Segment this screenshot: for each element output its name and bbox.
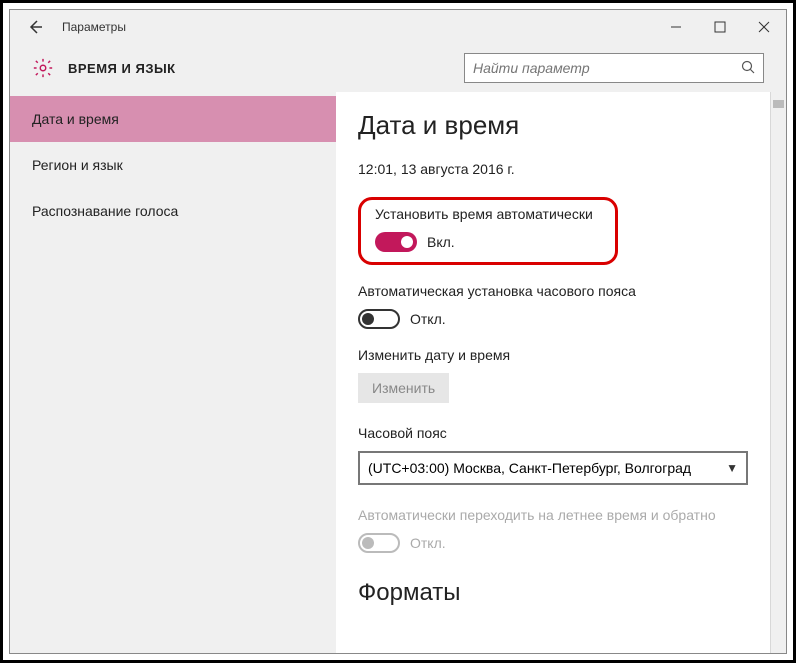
sidebar-item-date-time[interactable]: Дата и время xyxy=(10,96,336,142)
sidebar-item-label: Распознавание голоса xyxy=(32,203,178,219)
auto-timezone-toggle[interactable] xyxy=(358,309,400,329)
minimize-button[interactable] xyxy=(654,10,698,44)
change-datetime-button[interactable]: Изменить xyxy=(358,373,449,403)
maximize-button[interactable] xyxy=(698,10,742,44)
content: Дата и время 12:01, 13 августа 2016 г. У… xyxy=(336,92,770,653)
maximize-icon xyxy=(714,21,726,33)
search-input[interactable] xyxy=(473,60,741,76)
close-button[interactable] xyxy=(742,10,786,44)
auto-time-state: Вкл. xyxy=(427,234,455,250)
sidebar-item-region-language[interactable]: Регион и язык xyxy=(10,142,336,188)
dst-state: Откл. xyxy=(410,535,446,551)
window-controls xyxy=(654,10,786,44)
auto-timezone-block: Автоматическая установка часового пояса … xyxy=(358,283,748,329)
arrow-left-icon xyxy=(26,18,44,36)
window-title: Параметры xyxy=(62,20,126,34)
chevron-down-icon: ▼ xyxy=(726,461,738,475)
content-wrap: Дата и время 12:01, 13 августа 2016 г. У… xyxy=(336,92,786,653)
sidebar-item-label: Регион и язык xyxy=(32,157,123,173)
dst-toggle xyxy=(358,533,400,553)
header-title: ВРЕМЯ И ЯЗЫК xyxy=(68,61,176,76)
timezone-select[interactable]: (UTC+03:00) Москва, Санкт-Петербург, Вол… xyxy=(358,451,748,485)
change-datetime-label: Изменить дату и время xyxy=(358,347,748,363)
auto-time-toggle[interactable] xyxy=(375,232,417,252)
gear-icon xyxy=(32,57,54,79)
close-icon xyxy=(758,21,770,33)
auto-timezone-state: Откл. xyxy=(410,311,446,327)
current-datetime: 12:01, 13 августа 2016 г. xyxy=(358,161,748,177)
settings-window: Параметры ВРЕМЯ И ЯЗЫК Дата и в xyxy=(9,9,787,654)
annotation-highlight: Установить время автоматически Вкл. xyxy=(358,197,618,265)
page-title: Дата и время xyxy=(358,110,748,141)
dst-label: Автоматически переходить на летнее время… xyxy=(358,507,748,523)
auto-timezone-label: Автоматическая установка часового пояса xyxy=(358,283,748,299)
timezone-label: Часовой пояс xyxy=(358,425,748,441)
sidebar-item-speech[interactable]: Распознавание голоса xyxy=(10,188,336,234)
sidebar-item-label: Дата и время xyxy=(32,111,119,127)
scrollbar-vertical[interactable] xyxy=(770,92,786,653)
search-box[interactable] xyxy=(464,53,764,83)
search-icon xyxy=(741,60,755,77)
auto-time-label: Установить время автоматически xyxy=(375,206,601,222)
body: Дата и время Регион и язык Распознавание… xyxy=(10,92,786,653)
minimize-icon xyxy=(670,21,682,33)
change-datetime-block: Изменить дату и время Изменить xyxy=(358,347,748,403)
back-button[interactable] xyxy=(18,10,52,44)
sidebar: Дата и время Регион и язык Распознавание… xyxy=(10,92,336,653)
titlebar: Параметры xyxy=(10,10,786,44)
timezone-value: (UTC+03:00) Москва, Санкт-Петербург, Вол… xyxy=(368,460,726,476)
scrollbar-thumb[interactable] xyxy=(773,100,784,108)
formats-heading: Форматы xyxy=(358,579,748,607)
header-row: ВРЕМЯ И ЯЗЫК xyxy=(10,44,786,92)
dst-block: Автоматически переходить на летнее время… xyxy=(358,507,748,553)
